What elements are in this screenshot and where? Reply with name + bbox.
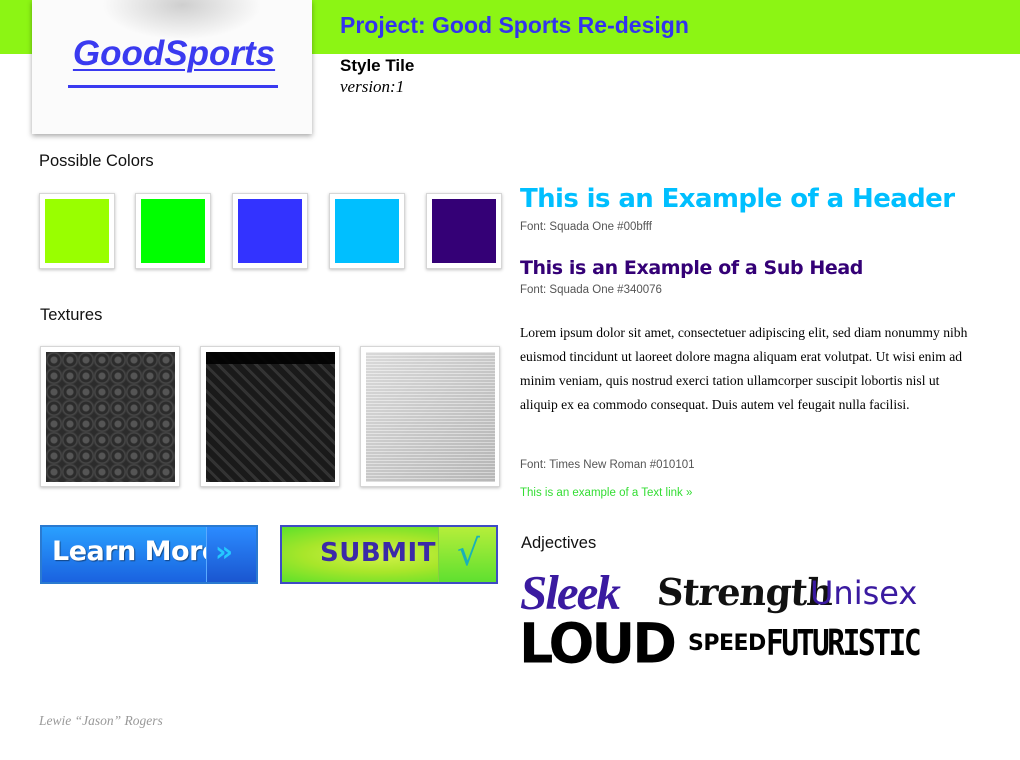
swatch-fill [432, 199, 496, 263]
double-chevron-right-icon: » [215, 535, 233, 568]
body-text-sample: Lorem ipsum dolor sit amet, consectetuer… [520, 325, 968, 412]
header-font-note: Font: Squada One #00bfff [520, 221, 652, 233]
color-swatch [135, 193, 211, 269]
example-header: This is an Example of a Header [520, 184, 955, 214]
example-text-link[interactable]: This is an example of a Text link » [520, 487, 692, 499]
swatch-fill [45, 199, 109, 263]
texture-damask [40, 346, 180, 487]
submit-label: SUBMIT [320, 538, 436, 568]
style-tile-title: Style Tile [340, 56, 415, 75]
texture-diamond-plate [200, 346, 340, 487]
subhead-font-note: Font: Squada One #340076 [520, 284, 662, 296]
logo-card: GoodSports [32, 0, 312, 134]
texture-damask-image [46, 352, 175, 482]
checkmark-icon: √ [457, 533, 480, 574]
logo-underline [68, 85, 278, 88]
author-credit: Lewie “Jason” Rogers [39, 713, 163, 728]
possible-colors-heading: Possible Colors [39, 152, 154, 170]
texture-brushed-metal-image [366, 352, 495, 482]
learn-more-arrow-zone: » [206, 527, 256, 582]
adjective-loud: LOUD [519, 611, 677, 676]
adjective-unisex: Unisex [810, 574, 918, 612]
version-label: version:1 [340, 77, 405, 96]
texture-diamond-plate-image [206, 352, 335, 482]
learn-more-button[interactable]: Learn More » [40, 525, 258, 584]
learn-more-label: Learn More [52, 536, 220, 567]
body-font-note: Font: Times New Roman #010101 [520, 459, 695, 471]
color-swatch [39, 193, 115, 269]
swatch-fill [141, 199, 205, 263]
adjective-speed: SPEED [688, 631, 766, 656]
textures-heading: Textures [40, 306, 103, 324]
adjective-futuristic: FUTURISTIC [766, 623, 922, 664]
color-swatch [232, 193, 308, 269]
texture-brushed-metal [360, 346, 500, 487]
swatch-fill [238, 199, 302, 263]
logo-text: GoodSports [72, 34, 276, 73]
adjective-strength: Strength [655, 570, 835, 614]
swatch-fill [335, 199, 399, 263]
color-swatch [426, 193, 502, 269]
color-swatch [329, 193, 405, 269]
adjectives-heading: Adjectives [521, 534, 597, 552]
example-subhead: This is an Example of a Sub Head [520, 257, 863, 279]
project-title: Project: Good Sports Re-design [340, 12, 689, 38]
submit-check-zone: √ [438, 527, 496, 582]
submit-button[interactable]: SUBMIT √ [280, 525, 498, 584]
